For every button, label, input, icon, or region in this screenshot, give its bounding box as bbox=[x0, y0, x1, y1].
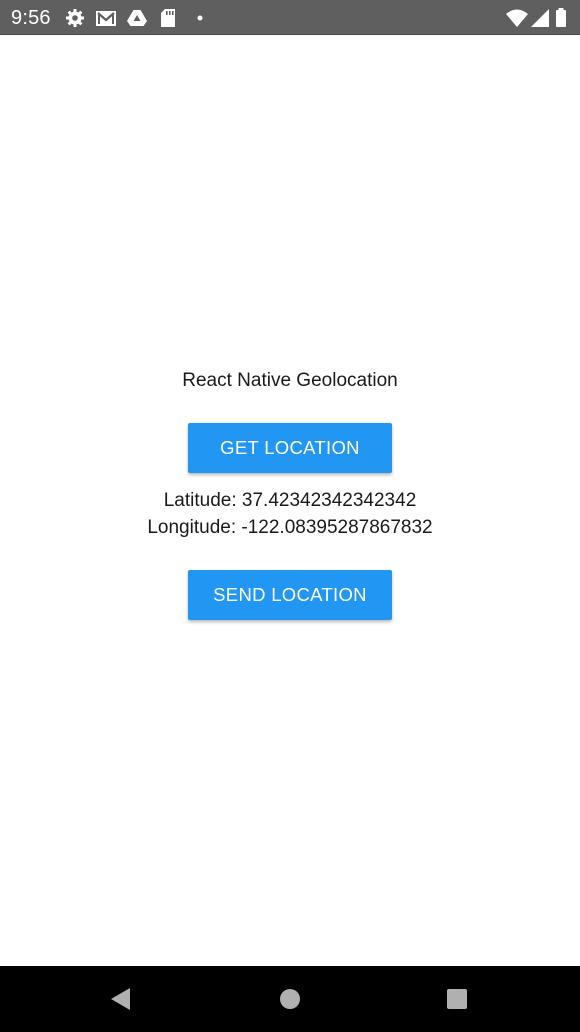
latitude-text: Latitude: 37.42342342342342 bbox=[163, 490, 417, 511]
app-screen: 9:56 React Native Geolocation GET LOCATI… bbox=[0, 0, 580, 1032]
wifi-icon bbox=[505, 8, 529, 28]
drive-icon bbox=[126, 8, 148, 28]
signal-icon bbox=[530, 8, 552, 28]
navigation-bar bbox=[0, 966, 580, 1032]
get-location-button[interactable]: GET LOCATION bbox=[188, 423, 392, 473]
status-time: 9:56 bbox=[11, 7, 51, 29]
recents-icon[interactable] bbox=[444, 986, 470, 1012]
sd-card-icon bbox=[157, 8, 179, 28]
main-content: React Native Geolocation GET LOCATION La… bbox=[0, 35, 580, 966]
longitude-text: Longitude: -122.08395287867832 bbox=[147, 517, 433, 538]
battery-icon bbox=[553, 8, 569, 28]
send-location-button[interactable]: SEND LOCATION bbox=[188, 570, 392, 620]
gmail-icon bbox=[95, 8, 117, 28]
notification-dot-icon bbox=[189, 8, 211, 28]
page-title: React Native Geolocation bbox=[182, 370, 398, 391]
status-bar: 9:56 bbox=[0, 0, 580, 35]
back-icon[interactable] bbox=[108, 986, 134, 1012]
settings-icon bbox=[64, 8, 86, 28]
home-icon[interactable] bbox=[277, 986, 303, 1012]
